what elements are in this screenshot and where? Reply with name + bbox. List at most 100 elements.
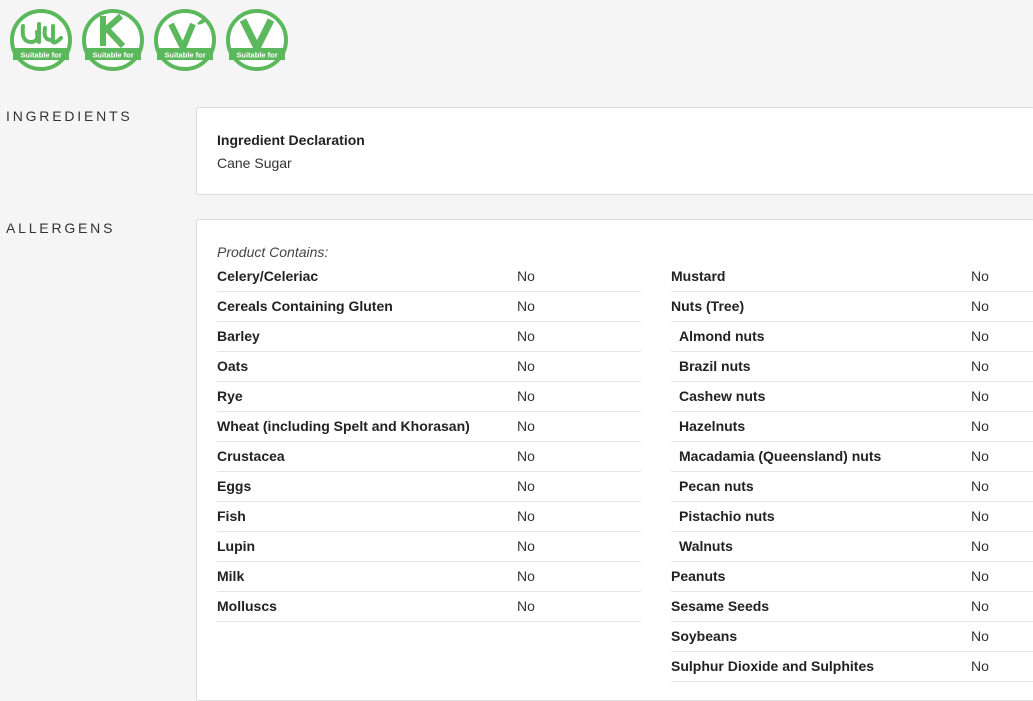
allergen-name: Wheat (including Spelt and Khorasan) <box>217 418 470 434</box>
allergen-value: No <box>971 418 989 434</box>
allergen-name: Rye <box>217 388 243 404</box>
allergen-row: Sulphur Dioxide and Sulphites No <box>671 652 1033 682</box>
allergen-value: No <box>517 478 535 494</box>
kosher-icon: Suitable for <box>82 9 144 71</box>
allergen-row: Barley No <box>217 322 641 352</box>
allergen-name: Walnuts <box>679 538 733 554</box>
allergen-value: No <box>517 298 535 314</box>
allergen-row: Oats No <box>217 352 641 382</box>
allergen-row: Celery/Celeriac No <box>217 262 641 292</box>
allergen-row: Cereals Containing Gluten No <box>217 292 641 322</box>
allergens-left-column: Celery/Celeriac No Cereals Containing Glut… <box>217 262 641 622</box>
allergen-name: Pecan nuts <box>679 478 754 494</box>
allergen-value: No <box>517 388 535 404</box>
allergen-row: Fish No <box>217 502 641 532</box>
allergen-name: Sesame Seeds <box>671 598 770 614</box>
allergen-name: Soybeans <box>671 628 738 644</box>
allergen-value: No <box>971 268 989 284</box>
allergen-value: No <box>517 328 535 344</box>
allergen-value: No <box>971 358 989 374</box>
allergen-row: Brazil nuts No <box>671 352 1033 382</box>
allergen-name: Almond nuts <box>679 328 765 344</box>
allergen-name: Fish <box>217 508 246 524</box>
allergen-row: Nuts (Tree) No <box>671 292 1033 322</box>
allergen-value: No <box>971 658 989 674</box>
allergen-value: No <box>971 478 989 494</box>
allergen-value: No <box>971 508 989 524</box>
allergen-row: Hazelnuts No <box>671 412 1033 442</box>
allergen-value: No <box>517 568 535 584</box>
allergen-value: No <box>517 598 535 614</box>
allergen-name: Milk <box>217 568 245 584</box>
ingredient-declaration-value: Cane Sugar <box>217 155 292 171</box>
dietary-badges: Suitable for Suitable for Suitable for S… <box>9 8 289 72</box>
allergen-value: No <box>971 328 989 344</box>
allergens-right-column: Mustard No Nuts (Tree) No Almond nuts No Brazi… <box>671 262 1033 682</box>
allergen-row: Pecan nuts No <box>671 472 1033 502</box>
allergen-name: Cereals Containing Gluten <box>217 298 393 314</box>
ingredient-declaration-title: Ingredient Declaration <box>217 132 365 148</box>
allergen-name: Pistachio nuts <box>679 508 775 524</box>
allergen-row: Rye No <box>217 382 641 412</box>
allergen-name: Hazelnuts <box>679 418 746 434</box>
allergen-name: Sulphur Dioxide and Sulphites <box>671 658 875 674</box>
allergen-name: Celery/Celeriac <box>217 268 319 284</box>
allergen-row: Soybeans No <box>671 622 1033 652</box>
ingredients-panel: Ingredient Declaration Cane Sugar <box>196 107 1033 195</box>
allergen-row: Lupin No <box>217 532 641 562</box>
allergen-value: No <box>517 448 535 464</box>
allergen-row: Crustacea No <box>217 442 641 472</box>
allergen-name: Crustacea <box>217 448 285 464</box>
allergen-row: Cashew nuts No <box>671 382 1033 412</box>
allergen-row: Almond nuts No <box>671 322 1033 352</box>
allergen-name: Eggs <box>217 478 252 494</box>
allergen-row: Milk No <box>217 562 641 592</box>
allergen-row: Walnuts No <box>671 532 1033 562</box>
allergen-row: Molluscs No <box>217 592 641 622</box>
allergen-name: Peanuts <box>671 568 726 584</box>
allergen-name: Nuts (Tree) <box>671 298 745 314</box>
allergen-value: No <box>517 418 535 434</box>
allergen-row: Macadamia (Queensland) nuts No <box>671 442 1033 472</box>
allergen-name: Oats <box>217 358 249 374</box>
ingredients-heading: INGREDIENTS <box>6 108 133 124</box>
allergen-row: Sesame Seeds No <box>671 592 1033 622</box>
allergen-value: No <box>971 568 989 584</box>
allergen-value: No <box>517 358 535 374</box>
allergen-row: Wheat (including Spelt and Khorasan) No <box>217 412 641 442</box>
allergen-value: No <box>971 388 989 404</box>
halal-icon: Suitable for <box>10 9 72 71</box>
allergen-name: Brazil nuts <box>679 358 751 374</box>
allergen-name: Macadamia (Queensland) nuts <box>679 448 882 464</box>
allergen-value: No <box>971 628 989 644</box>
allergens-panel: Product Contains: Celery/Celeriac No Cerea… <box>196 219 1033 701</box>
allergen-value: No <box>517 538 535 554</box>
allergen-name: Barley <box>217 328 260 344</box>
svg-text:Suitable for: Suitable for <box>164 51 205 60</box>
halal-badge: Suitable for <box>9 8 73 72</box>
allergen-name: Lupin <box>217 538 256 554</box>
allergen-name: Mustard <box>671 268 726 284</box>
allergen-value: No <box>971 448 989 464</box>
product-contains-label: Product Contains: <box>217 244 329 260</box>
vegan-badge: Suitable for <box>225 8 289 72</box>
svg-text:Suitable for: Suitable for <box>236 51 277 60</box>
allergen-value: No <box>971 298 989 314</box>
svg-text:Suitable for: Suitable for <box>20 51 61 60</box>
allergen-name: Molluscs <box>217 598 277 614</box>
allergen-value: No <box>971 598 989 614</box>
allergen-row: Peanuts No <box>671 562 1033 592</box>
allergen-name: Cashew nuts <box>679 388 766 404</box>
vegetarian-icon: Suitable for <box>154 9 216 71</box>
allergen-value: No <box>517 508 535 524</box>
allergen-row: Mustard No <box>671 262 1033 292</box>
allergen-row: Pistachio nuts No <box>671 502 1033 532</box>
allergen-row: Eggs No <box>217 472 641 502</box>
allergen-value: No <box>971 538 989 554</box>
kosher-badge: Suitable for <box>81 8 145 72</box>
allergens-heading: ALLERGENS <box>6 220 116 236</box>
allergen-value: No <box>517 268 535 284</box>
svg-text:Suitable for: Suitable for <box>92 51 133 60</box>
vegetarian-badge: Suitable for <box>153 8 217 72</box>
vegan-icon: Suitable for <box>226 9 288 71</box>
